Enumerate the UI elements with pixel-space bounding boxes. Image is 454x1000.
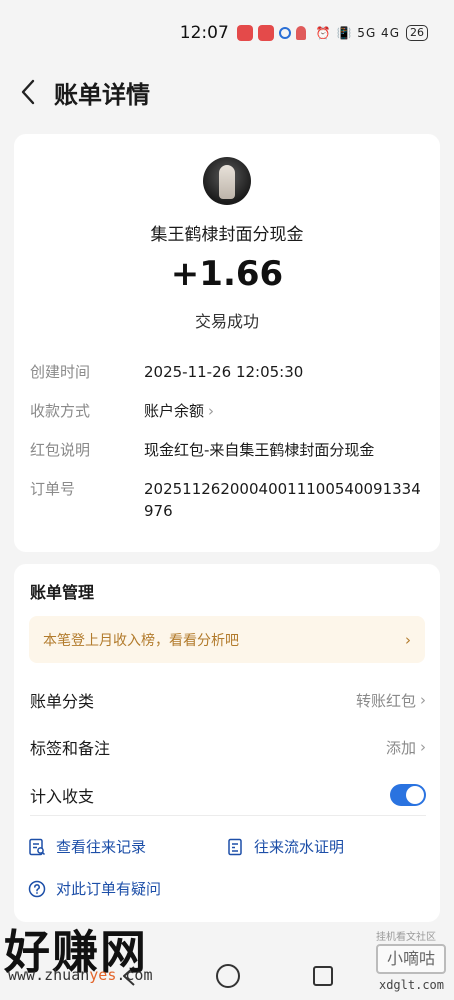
detail-label: 订单号 [30,480,76,498]
bill-category-row[interactable]: 账单分类 转账红包 › [30,678,426,722]
link-label: 往来流水证明 [254,838,345,856]
chevron-right-icon: › [208,402,215,420]
row-label: 标签和备注 [30,739,111,758]
section-title: 账单管理 [30,583,95,602]
transaction-proof-link[interactable]: 往来流水证明 [226,836,344,857]
page-title: 账单详情 [54,80,150,109]
receipt-search-icon [29,838,46,855]
include-in-stats-toggle[interactable] [390,784,426,806]
tags-notes-row[interactable]: 标签和备注 添加 › [30,725,426,769]
row-label: 账单分类 [30,692,95,711]
toggle-knob [406,786,424,804]
back-button[interactable] [0,66,56,118]
transaction-card: 集王鹤棣封面分现金 +1.66 交易成功 创建时间 2025-11-26 12:… [14,134,440,552]
chevron-right-icon: › [405,630,411,649]
document-icon [228,838,242,855]
watermark-brand-right: 小嘀咕 [376,944,446,974]
transaction-status: 交易成功 [194,312,259,331]
watermark-url: www.zhuanyes.com [8,966,153,984]
row-label: 计入收支 [30,787,95,806]
order-question-link[interactable]: 对此订单有疑问 [28,878,161,899]
avatar [203,157,251,205]
add-tag-value: 添加 [385,738,416,757]
include-in-stats-row: 计入收支 [30,773,426,817]
location-icon [295,26,306,40]
detail-value: 2025-11-26 12:05:30 [144,363,304,381]
status-bar: 12:07 ⏰ 📳 5G 4G 26 [0,0,454,66]
notification-app-icon [278,27,291,39]
view-history-link[interactable]: 查看往来记录 [28,836,146,857]
chevron-left-icon [21,79,35,105]
detail-value[interactable]: 20251126200040011100540091334976 [144,478,426,522]
nav-home-button[interactable] [216,964,240,988]
page-header: 账单详情 [0,66,454,118]
bill-category-value: 转账红包 [355,691,416,710]
notification-app-icon [236,25,253,41]
chevron-right-icon: › [420,691,426,709]
battery-indicator: 26 [406,25,428,41]
income-rank-promo[interactable]: 本笔登上月收入榜，看看分析吧 › [29,616,425,663]
chevron-right-icon: › [420,738,426,756]
detail-label: 创建时间 [30,363,91,381]
signal-indicators: ⏰ 📳 5G 4G [315,26,400,40]
link-label: 查看往来记录 [56,838,147,856]
watermark-domain: xdglt.com [378,978,444,992]
watermark-tag: 挂机看文社区 [376,932,436,943]
bill-management-card: 账单管理 本笔登上月收入榜，看看分析吧 › 账单分类 转账红包 › 标签和备注 … [14,564,440,922]
status-time: 12:07 [179,23,229,43]
divider [30,815,426,816]
nav-recent-button[interactable] [313,966,333,986]
promo-text: 本笔登上月收入榜，看看分析吧 [43,632,239,649]
payer-name: 集王鹤棣封面分现金 [150,225,304,245]
detail-value: 现金红包-来自集王鹤棣封面分现金 [144,441,375,459]
transaction-amount: +1.66 [170,254,284,294]
notification-app-icon [257,25,274,41]
question-circle-icon [28,880,46,897]
link-label: 对此订单有疑问 [56,880,162,898]
detail-label: 收款方式 [30,402,91,420]
detail-value[interactable]: 账户余额 [144,402,204,420]
detail-label: 红包说明 [30,441,91,459]
